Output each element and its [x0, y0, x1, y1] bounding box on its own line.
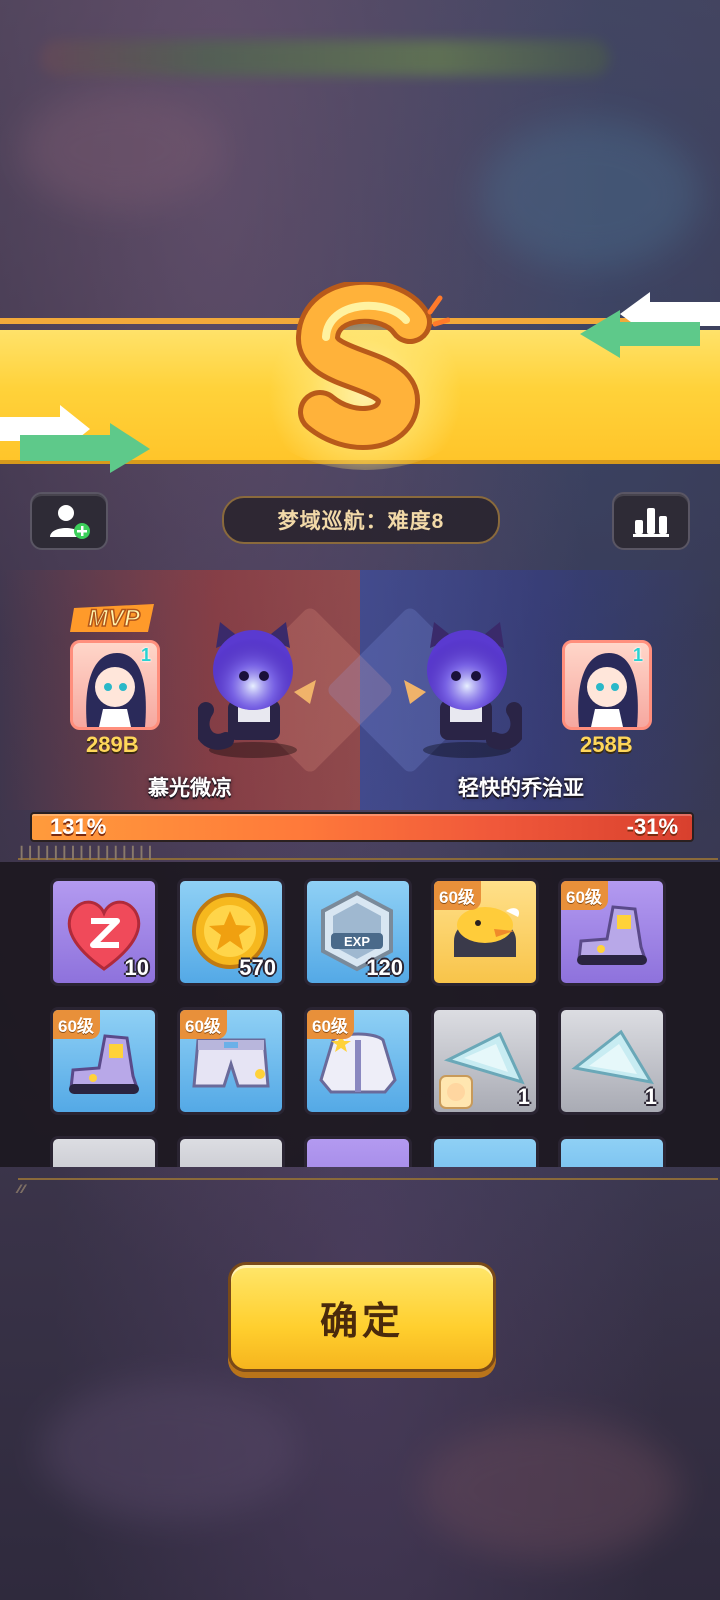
player-left-mascot	[198, 622, 316, 758]
player-right-contribution: -31%	[626, 814, 678, 839]
reward-item[interactable]: 60级	[304, 1007, 412, 1115]
reward-item[interactable]: 60级	[558, 878, 666, 986]
background-blob	[480, 120, 700, 270]
stage-difficulty-label: 梦域巡航：难度8	[222, 496, 500, 544]
reward-count: 10	[124, 955, 149, 980]
add-friend-icon	[50, 505, 90, 539]
mvp-label: MVP	[88, 605, 141, 632]
reward-item[interactable]	[558, 1136, 666, 1167]
confirm-button[interactable]: 确定	[228, 1262, 496, 1372]
right-arrow-decoration	[580, 292, 720, 358]
reward-item[interactable]	[50, 1136, 158, 1167]
reward-count: 120	[366, 955, 403, 980]
reward-item[interactable]: 1	[558, 1007, 666, 1115]
player-right-level: 1	[632, 645, 643, 665]
player-right-score: 258B	[580, 732, 633, 757]
background-blob	[420, 1420, 680, 1560]
panel-bottom-divider	[18, 1178, 718, 1180]
reward-item[interactable]: 60级	[177, 1007, 285, 1115]
reward-item[interactable]	[431, 1136, 539, 1167]
left-arrow-decoration	[0, 405, 150, 473]
mvp-badge: MVP	[70, 604, 154, 633]
grade-s-icon	[296, 282, 450, 450]
reward-count: 1	[644, 1084, 657, 1109]
background-blob	[40, 1380, 300, 1520]
bar-chart-icon	[633, 508, 669, 537]
player-right-avatar[interactable]: 1	[562, 640, 652, 730]
svg-text:EXP: EXP	[344, 934, 370, 949]
divider-ticks: ┃ ┃ ┃ ┃ ┃ ┃ ┃ ┃ ┃ ┃ ┃ ┃ ┃ ┃ ┃ ┃	[18, 846, 154, 860]
player-left-level: 1	[140, 645, 151, 665]
item-level-badge: 60级	[307, 1010, 354, 1039]
reward-count: 1	[517, 1084, 530, 1109]
reward-item[interactable]: 60级	[431, 878, 539, 986]
player-right-mascot	[404, 622, 522, 758]
reward-item[interactable]: 1	[431, 1007, 539, 1115]
player-left-score: 289B	[86, 732, 139, 757]
reward-item[interactable]	[177, 1136, 285, 1167]
rewards-scroll-overflow	[0, 1136, 720, 1167]
background-blob	[20, 90, 220, 210]
item-level-badge: 60级	[180, 1010, 227, 1039]
contribution-bar: 131% -31%	[30, 812, 694, 842]
reward-item[interactable]	[304, 1136, 412, 1167]
player-right-name: 轻快的乔治亚	[458, 777, 584, 800]
statistics-button[interactable]	[612, 492, 690, 550]
item-level-badge: 60级	[561, 881, 608, 910]
reward-item[interactable]: 60级	[50, 1007, 158, 1115]
divider-ticks: ⁄⁄ ⁄⁄	[18, 1182, 25, 1196]
reward-item[interactable]: 570	[177, 878, 285, 986]
player-left-contribution: 131%	[50, 814, 107, 839]
reward-item[interactable]: EXP 120	[304, 878, 412, 986]
reward-item[interactable]: 10	[50, 878, 158, 986]
background-health-bar	[40, 40, 610, 76]
reward-count: 570	[239, 955, 276, 980]
add-friend-button[interactable]	[30, 492, 108, 550]
player-left-name: 慕光微凉	[148, 777, 232, 800]
player-left-avatar[interactable]: 1	[70, 640, 160, 730]
item-level-badge: 60级	[434, 881, 481, 910]
item-level-badge: 60级	[53, 1010, 100, 1039]
